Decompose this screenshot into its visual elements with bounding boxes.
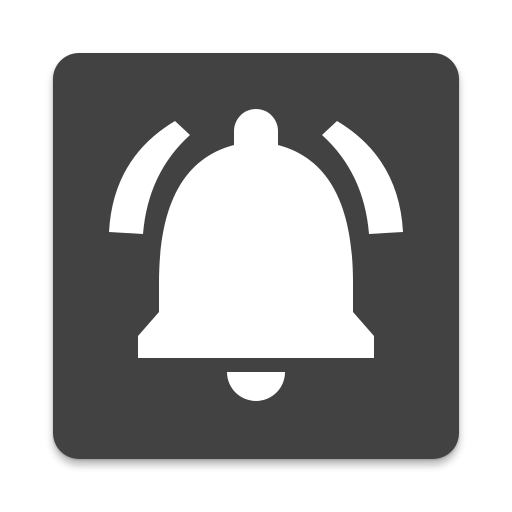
app-icon-tile[interactable] (53, 53, 459, 459)
launcher-stage (0, 0, 512, 512)
notification-bell-icon (53, 53, 459, 459)
